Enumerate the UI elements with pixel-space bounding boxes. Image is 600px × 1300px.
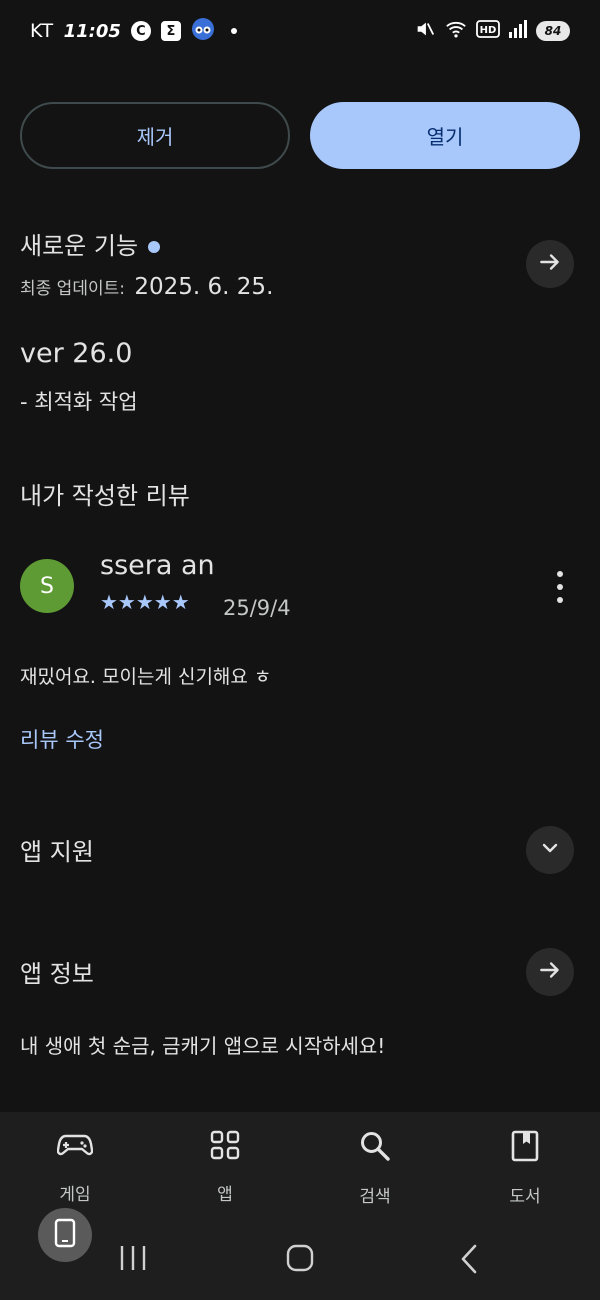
apps-grid-icon	[210, 1130, 240, 1164]
svg-text:HD: HD	[480, 25, 497, 36]
whats-new-title: 새로운 기능	[20, 232, 139, 260]
arrow-right-icon	[537, 249, 563, 279]
notification-sigma-icon: Σ	[160, 21, 181, 41]
nav-label-books: 도서	[509, 1187, 541, 1207]
whats-new-heading[interactable]: 새로운 기능	[20, 226, 161, 261]
nav-item-books[interactable]: 도서	[450, 1130, 600, 1207]
more-options-icon[interactable]	[550, 571, 570, 603]
app-description: 내 생애 첫 순금, 금캐기 앱으로 시작하세요!	[20, 1034, 386, 1058]
nav-item-apps[interactable]: 앱	[150, 1130, 300, 1205]
hd-icon: HD	[476, 19, 500, 44]
uninstall-button[interactable]: 제거	[20, 102, 290, 169]
book-icon	[511, 1130, 539, 1166]
gamepad-icon	[56, 1130, 94, 1164]
app-info-arrow-button[interactable]	[526, 948, 574, 996]
phone-icon	[54, 1218, 76, 1252]
chevron-down-icon	[538, 836, 562, 864]
version-text: ver 26.0	[20, 338, 133, 369]
status-time: 11:05	[63, 20, 121, 42]
nav-item-games[interactable]: 게임	[0, 1130, 150, 1205]
action-buttons: 제거 열기	[20, 102, 580, 169]
nav-label-games: 게임	[59, 1185, 91, 1205]
open-button[interactable]: 열기	[310, 102, 580, 169]
back-button[interactable]	[458, 1244, 480, 1278]
recent-apps-button[interactable]	[118, 1244, 148, 1276]
app-info-heading[interactable]: 앱 정보	[20, 954, 94, 989]
nav-label-apps: 앱	[217, 1185, 233, 1205]
nav-label-search: 검색	[359, 1187, 391, 1207]
reviewer-name: ssera an	[100, 550, 215, 581]
whats-new-arrow-button[interactable]	[526, 240, 574, 288]
star-rating: ★★★★★	[100, 590, 190, 614]
last-updated-label: 최종 업데이트:	[20, 279, 125, 299]
nav-item-search[interactable]: 검색	[300, 1130, 450, 1207]
app-support-heading[interactable]: 앱 지원	[20, 832, 94, 867]
review-date: 25/9/4	[223, 596, 291, 620]
new-indicator-dot	[148, 241, 161, 253]
bottom-navigation: 게임 앱 검색 도서	[0, 1112, 600, 1212]
notification-app-icon	[191, 17, 215, 46]
avatar: S	[20, 559, 74, 613]
version-note: - 최적화 작업	[20, 390, 138, 414]
arrow-right-icon	[537, 957, 563, 987]
last-updated-date: 2025. 6. 25.	[134, 274, 274, 300]
my-review-heading: 내가 작성한 리뷰	[20, 482, 190, 510]
review-text: 재밌어요. 모이는게 신기해요 ㅎ	[20, 666, 272, 688]
wifi-icon	[444, 18, 468, 45]
notification-more-dot	[230, 28, 237, 34]
mute-icon	[414, 18, 436, 45]
app-support-expand-button[interactable]	[526, 826, 574, 874]
floating-phone-button[interactable]	[38, 1208, 92, 1262]
edit-review-link[interactable]: 리뷰 수정	[20, 724, 104, 754]
signal-icon	[508, 19, 528, 44]
carrier-label: KT	[30, 20, 54, 42]
notification-c-icon: C	[130, 21, 151, 41]
status-bar: KT 11:05 C Σ HD 84	[0, 0, 600, 62]
search-icon	[359, 1130, 391, 1166]
battery-indicator: 84	[536, 21, 570, 41]
home-button[interactable]	[286, 1244, 314, 1276]
last-updated: 최종 업데이트: 2025. 6. 25.	[20, 274, 273, 300]
